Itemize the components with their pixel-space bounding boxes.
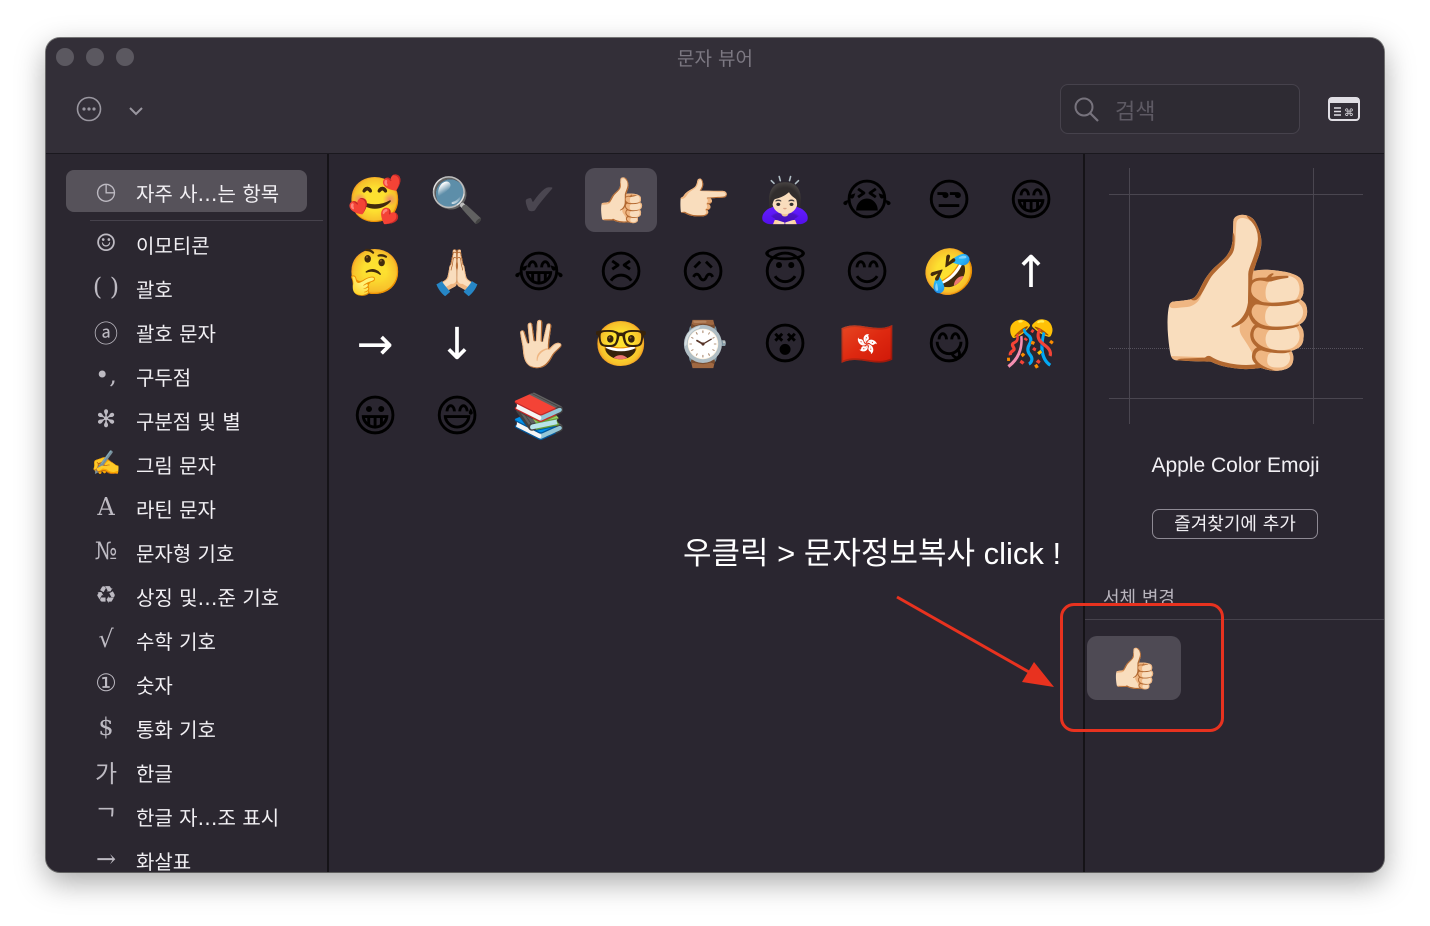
annotation-arrow-icon bbox=[896, 595, 1054, 687]
